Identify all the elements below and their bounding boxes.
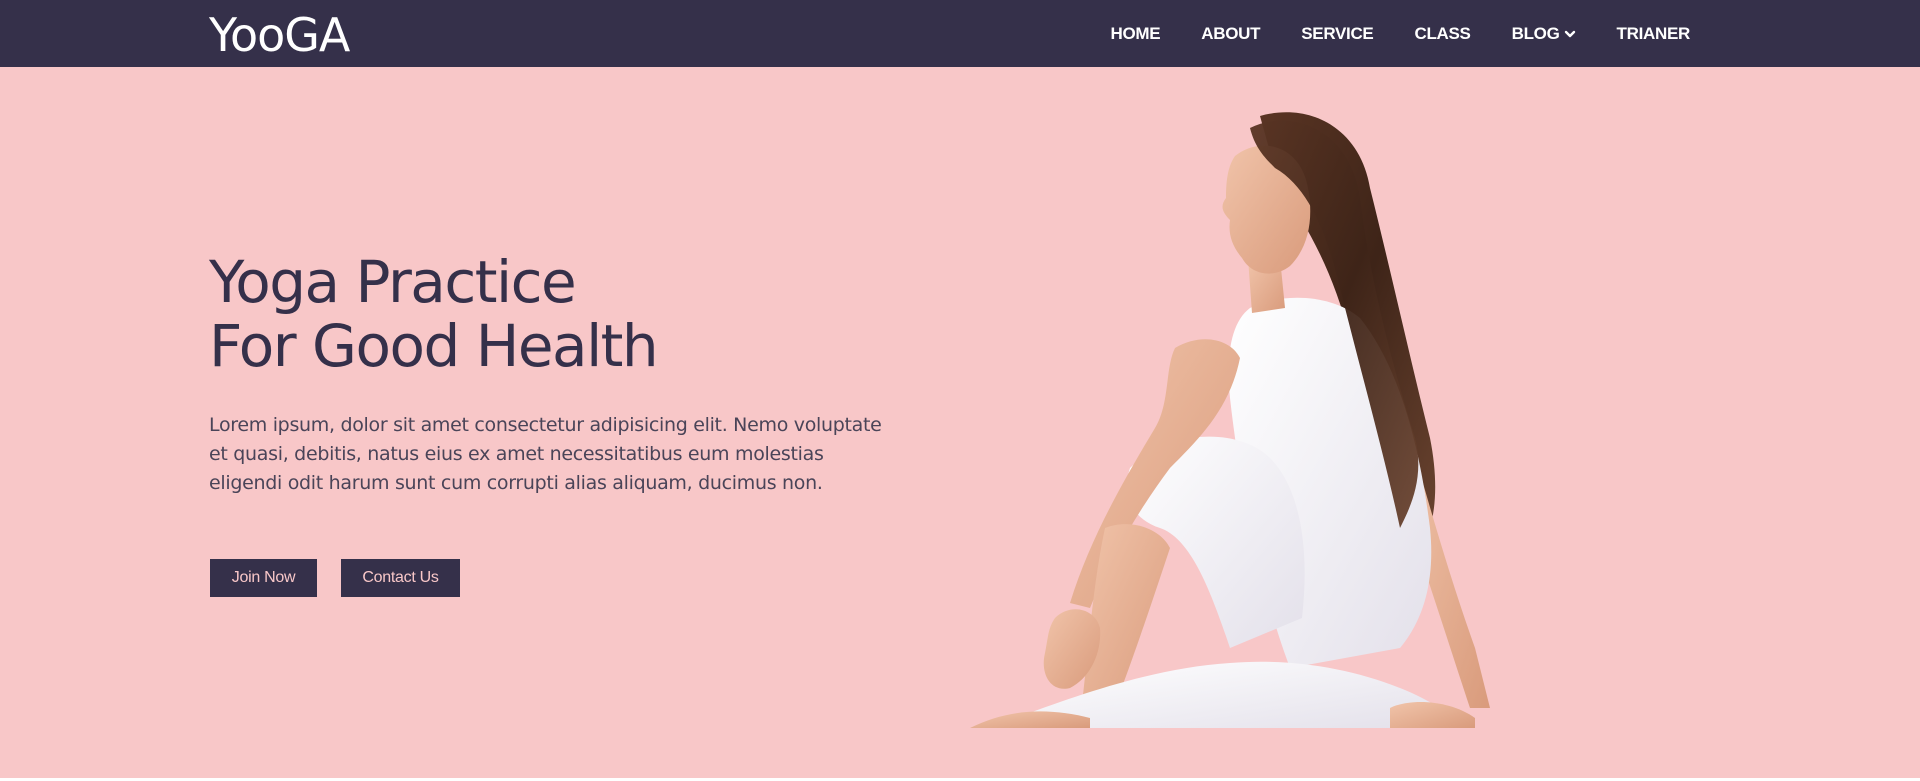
yoga-woman-image	[970, 112, 1490, 728]
hero-title-line-2: For Good Health	[209, 312, 659, 380]
hero-description: Lorem ipsum, dolor sit amet consectetur …	[209, 414, 882, 494]
nav-item-label: ABOUT	[1201, 23, 1261, 43]
nav-item-about[interactable]: ABOUT	[1201, 24, 1260, 44]
nav-item-service[interactable]: SERVICE	[1301, 23, 1374, 44]
nav-menu: HOME ABOUT SERVICE CLASS BLOG TRIANER	[1069, 0, 1690, 67]
nav-item-label: BLOG	[1511, 23, 1560, 43]
nav-item-label: HOME	[1110, 23, 1161, 43]
nav-item-trianer[interactable]: TRIANER	[1616, 23, 1691, 44]
nav-item-blog[interactable]: BLOG	[1512, 24, 1576, 44]
contact-us-button[interactable]: Contact Us	[341, 559, 460, 597]
hero-title-line-1: Yoga Practice	[209, 248, 577, 316]
navbar: YooGA HOME ABOUT SERVICE CLASS BLOG TRIA…	[0, 0, 1920, 67]
join-now-button[interactable]: Join Now	[210, 559, 317, 597]
chevron-down-icon	[1564, 30, 1575, 37]
site-logo[interactable]: YooGA	[209, 9, 350, 61]
nav-item-label: CLASS	[1414, 23, 1471, 43]
hero-title: Yoga Practice For Good Health	[209, 250, 909, 378]
nav-item-class[interactable]: CLASS	[1414, 24, 1470, 44]
nav-item-home[interactable]: HOME	[1110, 24, 1160, 44]
nav-item-label: TRIANER	[1616, 23, 1691, 43]
nav-item-label: SERVICE	[1301, 23, 1374, 43]
